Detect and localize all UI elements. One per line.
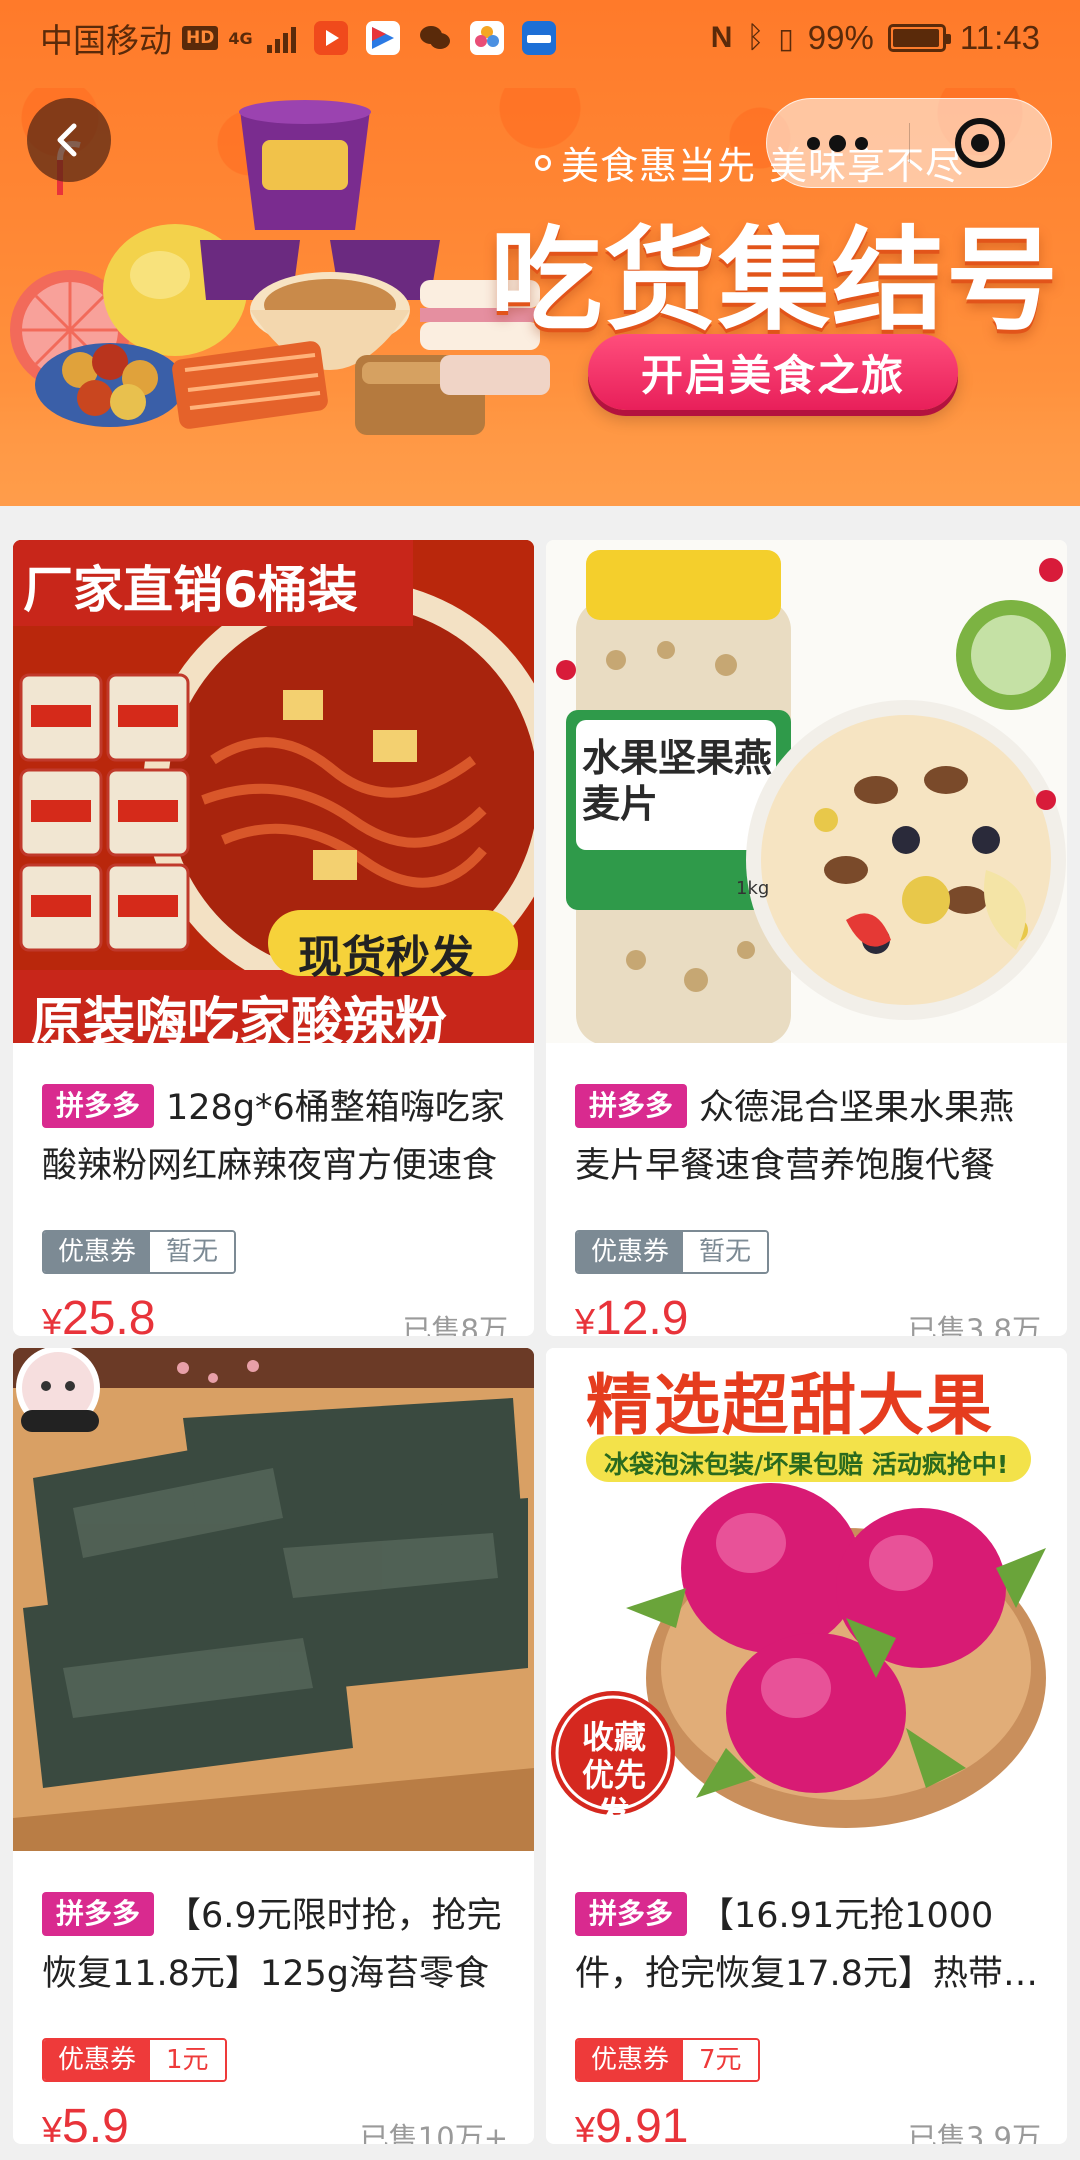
image-stamp: 收藏优先发 xyxy=(581,1718,646,1832)
network-badge: 4G xyxy=(228,28,253,48)
price-value: 25.8 xyxy=(62,1292,156,1336)
bluetooth-icon: ᛒ xyxy=(746,21,765,54)
vibrate-icon: ▯ xyxy=(778,22,794,54)
coupon-badge: 优惠券 7元 xyxy=(575,2038,760,2082)
coupon-label: 优惠券 xyxy=(577,1232,684,1272)
product-card[interactable]: 精选超甜大果 冰袋泡沫包装/坏果包赔 活动疯抢中! 收藏优先发 拼多多 【16.9… xyxy=(546,1348,1067,2144)
product-info: 拼多多 128g*6桶整箱嗨吃家酸辣粉网红麻辣夜宵方便速食 优惠券 暂无 ¥25.… xyxy=(13,1079,534,1336)
circle-bullet-icon xyxy=(535,154,551,171)
close-miniprogram-button[interactable] xyxy=(909,99,1051,187)
coupon-label: 优惠券 xyxy=(44,2040,151,2080)
car-app-icon xyxy=(521,21,556,55)
seaweed-product-art xyxy=(13,1348,534,1851)
currency-symbol: ¥ xyxy=(42,1301,63,1336)
coupon-badge: 优惠券 1元 xyxy=(42,2038,227,2082)
start-food-tour-button[interactable]: 开启美食之旅 xyxy=(588,334,958,410)
nfc-icon: N xyxy=(710,21,733,54)
coupon-badge: 优惠券 暂无 xyxy=(575,1230,770,1274)
image-headline: 水果坚果燕麦片 xyxy=(582,736,773,826)
more-button[interactable] xyxy=(767,99,909,187)
product-card[interactable]: 水果坚果燕麦片 1kg 拼多多 众德混合坚果水果燕麦片早餐速食营养饱腹代餐 优惠券… xyxy=(546,540,1067,1336)
image-badge: 现货秒发 xyxy=(298,932,474,983)
clock: 11:43 xyxy=(959,19,1040,56)
product-title[interactable]: 拼多多 【6.9元限时抢，抢完恢复11.8元】125g海苔零食 xyxy=(42,1887,505,2003)
sold-count: 已售3.8万 xyxy=(907,1313,1041,1336)
chevron-left-icon xyxy=(57,123,77,157)
platform-tag: 拼多多 xyxy=(575,1084,688,1128)
product-info: 拼多多 【6.9元限时抢，抢完恢复11.8元】125g海苔零食 优惠券 1元 ¥5… xyxy=(13,1887,534,2144)
battery-percent: 99% xyxy=(807,19,874,56)
top-banner[interactable]: 中国移动 HD 4G N ᛒ ▯ 99% 11:43 美食惠当先 美味享不尽 吃… xyxy=(0,0,1080,506)
status-bar: 中国移动 HD 4G N ᛒ ▯ 99% 11:43 xyxy=(0,0,1080,76)
product-price: ¥12.9 xyxy=(575,1291,688,1336)
image-footer: 原装嗨吃家酸辣粉 xyxy=(31,993,448,1043)
product-price: ¥9.91 xyxy=(575,2099,688,2144)
coupon-value: 7元 xyxy=(683,2040,758,2080)
currency-symbol: ¥ xyxy=(575,2109,596,2144)
product-title[interactable]: 拼多多 众德混合坚果水果燕麦片早餐速食营养饱腹代餐 xyxy=(575,1079,1038,1195)
product-title[interactable]: 拼多多 128g*6桶整箱嗨吃家酸辣粉网红麻辣夜宵方便速食 xyxy=(42,1079,505,1195)
photos-app-icon xyxy=(469,21,504,55)
hd-badge: HD xyxy=(182,26,219,50)
product-info: 拼多多【16.91元抢1000件，抢完恢复17.8元】热带火龙果 优惠券 7元 … xyxy=(546,1887,1067,2144)
image-headline: 精选超甜大果 xyxy=(586,1367,994,1444)
product-image[interactable]: 精选超甜大果 冰袋泡沫包装/坏果包赔 活动疯抢中! 收藏优先发 xyxy=(546,1348,1067,1851)
battery-icon xyxy=(887,24,951,52)
image-badge: 1kg xyxy=(736,878,770,899)
product-price: ¥25.8 xyxy=(42,1291,155,1336)
currency-symbol: ¥ xyxy=(42,2109,63,2144)
sold-count: 已售8万 xyxy=(402,1313,508,1336)
price-value: 12.9 xyxy=(595,1292,689,1336)
coupon-value: 暂无 xyxy=(683,1232,768,1272)
product-price: ¥5.9 xyxy=(42,2099,129,2144)
product-image[interactable]: 厂家直销6桶装 现货秒发 原装嗨吃家酸辣粉 xyxy=(13,540,534,1043)
product-title[interactable]: 拼多多【16.91元抢1000件，抢完恢复17.8元】热带火龙果 xyxy=(575,1887,1038,2003)
product-card[interactable]: 拼多多 【6.9元限时抢，抢完恢复11.8元】125g海苔零食 优惠券 1元 ¥5… xyxy=(13,1348,534,2144)
product-grid: 厂家直销6桶装 现货秒发 原装嗨吃家酸辣粉 拼多多 128g*6桶整箱嗨吃家酸辣粉… xyxy=(13,540,1067,2144)
platform-tag: 拼多多 xyxy=(42,1084,155,1128)
product-image[interactable]: 水果坚果燕麦片 1kg xyxy=(546,540,1067,1043)
video-app-icon xyxy=(313,21,348,55)
coupon-value: 暂无 xyxy=(150,1232,235,1272)
product-info: 拼多多 众德混合坚果水果燕麦片早餐速食营养饱腹代餐 优惠券 暂无 ¥12.9 已售… xyxy=(546,1079,1067,1336)
more-dots-icon xyxy=(807,134,869,152)
target-close-icon xyxy=(955,118,1006,168)
price-value: 5.9 xyxy=(62,2100,129,2144)
product-image[interactable] xyxy=(13,1348,534,1851)
carrier-name: 中国移动 xyxy=(40,22,172,59)
tv-app-icon xyxy=(365,21,400,55)
coupon-label: 优惠券 xyxy=(577,2040,684,2080)
image-headline: 厂家直销6桶装 xyxy=(23,561,358,619)
coupon-badge: 优惠券 暂无 xyxy=(42,1230,237,1274)
sold-count: 已售3.9万 xyxy=(907,2121,1041,2144)
platform-tag: 拼多多 xyxy=(575,1892,688,1936)
platform-tag: 拼多多 xyxy=(42,1892,155,1936)
miniprogram-capsule xyxy=(766,98,1052,188)
coupon-label: 优惠券 xyxy=(44,1232,151,1272)
price-value: 9.91 xyxy=(595,2100,689,2144)
banner-title: 吃货集结号 xyxy=(490,216,1060,346)
signal-icon xyxy=(266,23,296,53)
back-button[interactable] xyxy=(27,98,111,182)
currency-symbol: ¥ xyxy=(575,1301,596,1336)
wechat-icon xyxy=(418,21,452,55)
sold-count: 已售10万+ xyxy=(359,2121,508,2144)
coupon-value: 1元 xyxy=(150,2040,225,2080)
image-badge: 冰袋泡沫包装/坏果包赔 活动疯抢中! xyxy=(604,1450,1009,1479)
product-card[interactable]: 厂家直销6桶装 现货秒发 原装嗨吃家酸辣粉 拼多多 128g*6桶整箱嗨吃家酸辣粉… xyxy=(13,540,534,1336)
